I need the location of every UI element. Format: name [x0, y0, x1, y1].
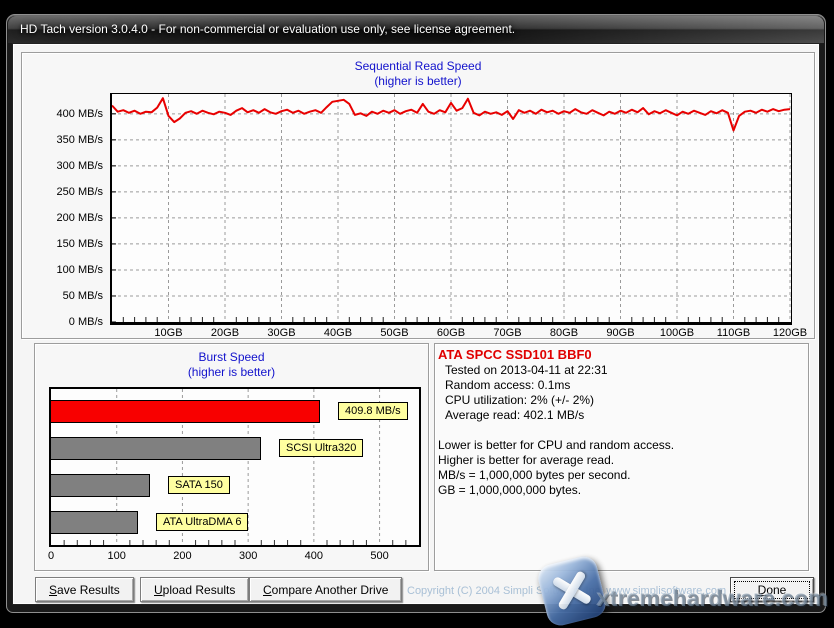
burst-bar: [51, 474, 150, 497]
x-axis-tick-label: 120GB: [765, 327, 815, 339]
bar-connector: [261, 447, 279, 451]
y-axis-tick-label: 200 MB/s: [57, 211, 103, 225]
note-line: Lower is better for CPU and random acces…: [438, 438, 808, 453]
burst-x-tick-label: 200: [165, 550, 199, 562]
upload-results-button[interactable]: Upload Results: [140, 577, 249, 602]
xtremehardware-watermark: xtremehardware.com: [597, 585, 828, 612]
bar-value-label: ATA UltraDMA 6: [156, 513, 248, 531]
sequential-read-plot: [110, 93, 792, 325]
x-axis-tick-label: 80GB: [539, 327, 589, 339]
x-axis-tick-label: 70GB: [483, 327, 533, 339]
sequential-plot-area: [110, 93, 792, 325]
compare-another-drive-button[interactable]: Compare Another Drive: [249, 577, 402, 602]
y-axis-tick-label: 250 MB/s: [57, 185, 103, 199]
info-notes: Lower is better for CPU and random acces…: [435, 438, 808, 498]
x-axis-tick-label: 60GB: [426, 327, 476, 339]
hd-tach-window: HD Tach version 3.0.4.0 - For non-commer…: [6, 14, 826, 613]
x-axis-tick-label: 110GB: [709, 327, 759, 339]
sequential-read-panel: Sequential Read Speed (higher is better)…: [21, 52, 815, 339]
y-axis-tick-label: 300 MB/s: [57, 159, 103, 173]
stat-line: Tested on 2013-04-11 at 22:31: [445, 363, 808, 378]
bar-connector: [150, 484, 168, 488]
stat-line: CPU utilization: 2% (+/- 2%): [445, 393, 808, 408]
x-axis-tick-label: 10GB: [144, 327, 194, 339]
save-results-button[interactable]: Save Results: [35, 577, 134, 602]
sequential-chart-title: Sequential Read Speed: [22, 59, 814, 74]
burst-chart-title: Burst Speed: [35, 350, 428, 365]
bar-connector: [320, 410, 338, 414]
drive-info-panel: ATA SPCC SSD101 BBF0 Tested on 2013-04-1…: [434, 343, 809, 571]
x-axis-tick-label: 90GB: [596, 327, 646, 339]
drive-stats: Tested on 2013-04-11 at 22:31Random acce…: [435, 363, 808, 423]
note-line: GB = 1,000,000,000 bytes.: [438, 483, 808, 498]
burst-x-tick-label: 400: [297, 550, 331, 562]
x-axis-tick-label: 30GB: [257, 327, 307, 339]
y-axis-tick-label: 100 MB/s: [57, 263, 103, 277]
note-line: MB/s = 1,000,000 bytes per second.: [438, 468, 808, 483]
drive-name: ATA SPCC SSD101 BBF0: [438, 347, 808, 362]
x-axis-tick-label: 20GB: [200, 327, 250, 339]
sequential-x-axis: 10GB 20GB 30GB 40GB 50GB 60GB 70GB 80GB 90GB 100G…: [110, 327, 792, 343]
burst-bar: [51, 437, 261, 460]
x-axis-tick-label: 40GB: [313, 327, 363, 339]
burst-chart-subtitle: (higher is better): [35, 365, 428, 380]
bar-value-label: SATA 150: [168, 476, 230, 494]
burst-x-tick-label: 300: [231, 550, 265, 562]
bar-value-label: 409.8 MB/s: [338, 402, 408, 420]
burst-x-tick-label: 0: [34, 550, 68, 562]
note-line: Higher is better for average read.: [438, 453, 808, 468]
burst-bar: [51, 511, 138, 534]
x-axis-tick-label: 50GB: [370, 327, 420, 339]
burst-bar: [51, 400, 320, 423]
burst-x-axis: 0100200300400500: [51, 550, 419, 566]
y-axis-tick-label: 0 MB/s: [69, 315, 103, 329]
burst-x-tick-label: 500: [363, 550, 397, 562]
window-title: HD Tach version 3.0.4.0 - For non-commer…: [20, 22, 515, 36]
screenshot-stage: HD Tach version 3.0.4.0 - For non-commer…: [0, 0, 834, 628]
y-axis-tick-label: 350 MB/s: [57, 133, 103, 147]
y-axis-tick-label: 150 MB/s: [57, 237, 103, 251]
sequential-y-axis: 400 MB/s 350 MB/s 300 MB/s 250 MB/s 200 MB/s…: [24, 93, 108, 325]
y-axis-tick-label: 400 MB/s: [57, 107, 103, 121]
stat-line: Random access: 0.1ms: [445, 378, 808, 393]
burst-x-tick-label: 100: [100, 550, 134, 562]
sequential-chart: 400 MB/s 350 MB/s 300 MB/s 250 MB/s 200 MB/s…: [24, 93, 812, 339]
stat-line: Average read: 402.1 MB/s: [445, 408, 808, 423]
bar-value-label: SCSI Ultra320: [279, 439, 363, 457]
bar-connector: [138, 521, 156, 525]
sequential-chart-subtitle: (higher is better): [22, 74, 814, 89]
burst-plot-area: 409.8 MB/s SCSI Ultra320 SATA 150 ATA Ultra…: [49, 387, 421, 547]
burst-speed-panel: Burst Speed (higher is better) 409.8 MB/…: [34, 343, 429, 571]
x-axis-tick-label: 100GB: [652, 327, 702, 339]
y-axis-tick-label: 50 MB/s: [63, 289, 103, 303]
window-titlebar[interactable]: HD Tach version 3.0.4.0 - For non-commer…: [8, 16, 824, 43]
client-area: Sequential Read Speed (higher is better)…: [12, 43, 820, 605]
